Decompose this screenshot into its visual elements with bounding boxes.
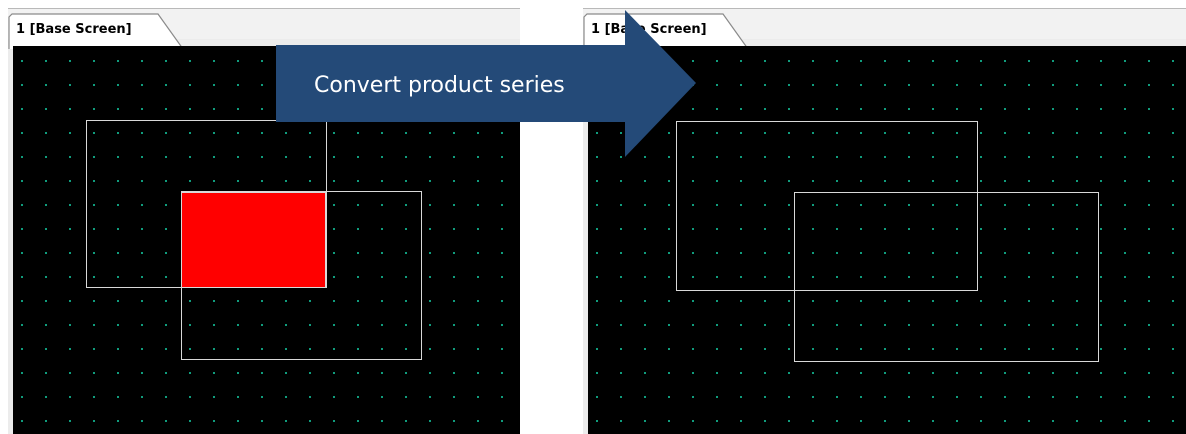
rectangle-shape-lower[interactable] (794, 192, 1099, 362)
convert-arrow: Convert product series (276, 10, 696, 157)
arrow-label: Convert product series (314, 73, 565, 98)
rectangle-shape-lower[interactable] (181, 191, 422, 360)
tab-base-screen[interactable]: 1 [Base Screen] (16, 22, 132, 38)
